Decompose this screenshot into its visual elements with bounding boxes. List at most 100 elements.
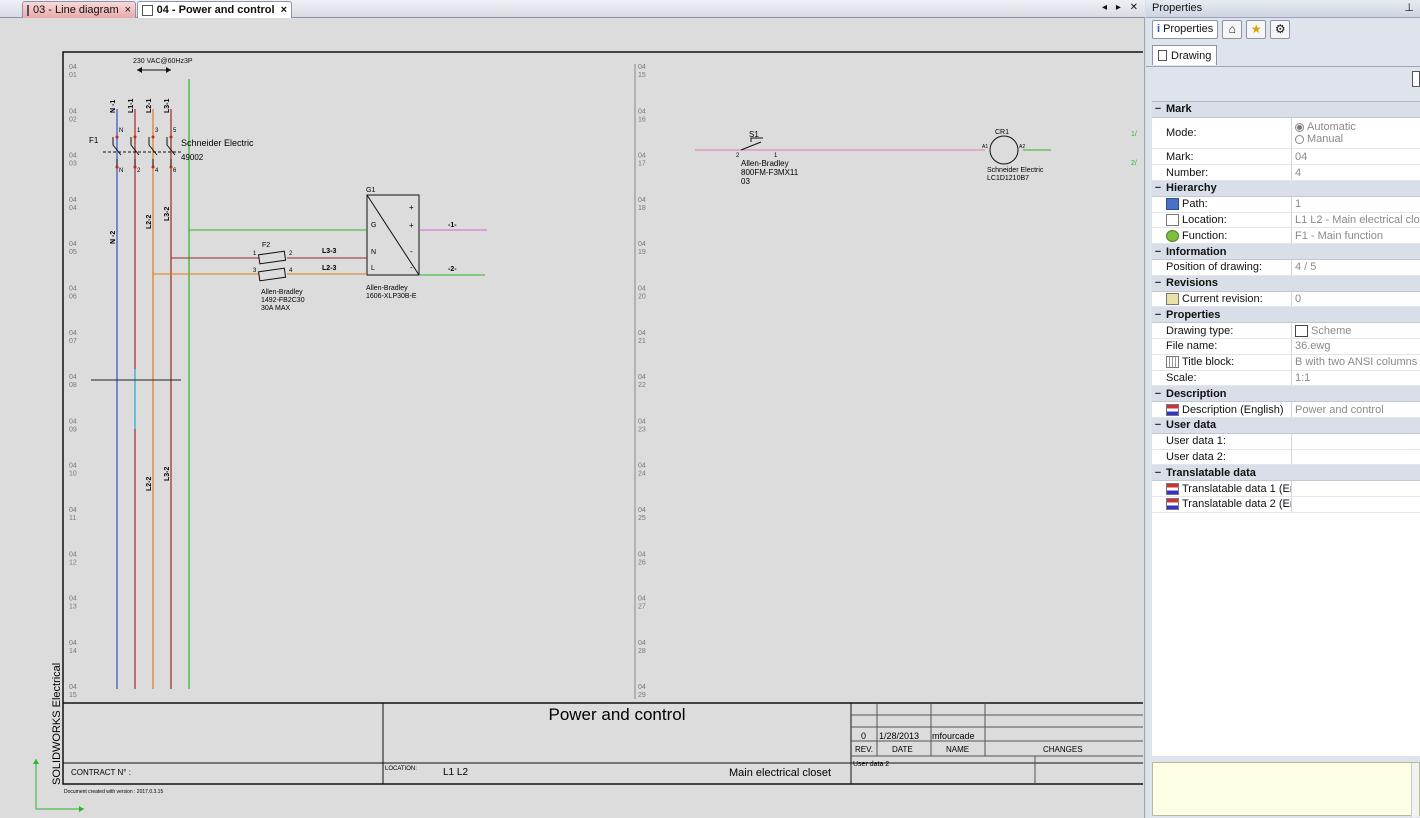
row-value[interactable]	[1292, 434, 1420, 449]
row-key: Translatable data 1 (Eng	[1152, 481, 1292, 496]
wire-l11: L1-1	[128, 99, 135, 114]
f1-maker: Schneider Electric	[181, 138, 254, 148]
f1-term-6: 6	[173, 168, 177, 174]
collapse-icon[interactable]: −	[1152, 388, 1164, 400]
category-description[interactable]: − Description	[1152, 386, 1420, 403]
row-value[interactable]: 36.ewg	[1292, 339, 1420, 354]
category-mark[interactable]: − Mark	[1152, 102, 1420, 118]
collapse-icon[interactable]: −	[1152, 419, 1164, 431]
row-number: 23	[638, 426, 646, 433]
note-scrollbar[interactable]	[1411, 763, 1419, 817]
close-icon[interactable]: ×	[281, 4, 287, 16]
collapse-icon[interactable]: −	[1152, 467, 1164, 479]
row-mark[interactable]: Mark: 04	[1152, 149, 1420, 166]
row-number: 04	[638, 330, 646, 337]
row-number: 04	[638, 153, 646, 160]
g1-out1: -1-	[448, 222, 457, 229]
tab-power-and-control[interactable]: 04 - Power and control ×	[137, 1, 292, 18]
english-flag-icon	[1166, 482, 1179, 495]
row-description-english[interactable]: Description (English) Power and control	[1152, 402, 1420, 418]
row-user-data-1[interactable]: User data 1:	[1152, 433, 1420, 450]
row-value[interactable]: Power and control	[1292, 402, 1420, 417]
category-properties[interactable]: − Properties	[1152, 307, 1420, 324]
row-mode[interactable]: Mode: Automatic Manual	[1152, 117, 1420, 150]
settings-icon[interactable]: ⚙	[1270, 19, 1291, 39]
row-current-revision[interactable]: Current revision: 0	[1152, 291, 1420, 308]
row-key-label: Location:	[1182, 213, 1227, 226]
category-translatable-data[interactable]: − Translatable data	[1152, 465, 1420, 482]
title-block: Power and control 0 1/28/2013 mfourcade …	[51, 663, 1143, 795]
category-user-data[interactable]: − User data	[1152, 417, 1420, 434]
star-icon[interactable]: ★	[1246, 19, 1267, 39]
pin-icon[interactable]: ⊥	[1404, 1, 1414, 14]
row-value[interactable]: 1	[1292, 197, 1420, 212]
row-value[interactable]: 1:1	[1292, 371, 1420, 386]
grid-tool-button[interactable]	[1412, 71, 1420, 87]
title-block-icon	[1166, 356, 1179, 369]
row-value[interactable]: B with two ANSI columns (de	[1292, 355, 1420, 370]
row-path[interactable]: Path: 1	[1152, 196, 1420, 213]
collapse-icon[interactable]: −	[1152, 277, 1164, 289]
category-hierarchy[interactable]: − Hierarchy	[1152, 180, 1420, 197]
row-location[interactable]: Location: L1 L2 - Main electrical closet	[1152, 212, 1420, 229]
row-number: 04	[69, 463, 77, 470]
row-numbers-right: 0415041604170418041904200421042204230424…	[638, 64, 646, 699]
radio-label: Automatic	[1307, 121, 1356, 134]
row-value[interactable]	[1292, 450, 1420, 465]
row-value[interactable]: 0	[1292, 292, 1420, 307]
radio-manual[interactable]: Manual	[1295, 133, 1343, 145]
wire-l23: L2-3	[322, 265, 337, 272]
row-value[interactable]	[1292, 481, 1420, 496]
description-note-area[interactable]	[1152, 762, 1420, 817]
row-number: 04	[69, 507, 77, 514]
fuse-f2[interactable]: F2 1 2 3 4 Allen-Bradley 1492-FB2C30 30A…	[153, 242, 305, 312]
home-icon[interactable]: ⌂	[1222, 19, 1243, 39]
category-revisions[interactable]: − Revisions	[1152, 275, 1420, 292]
row-title-block[interactable]: Title block: B with two ANSI columns (de	[1152, 354, 1420, 371]
drawing-canvas[interactable]: 0401040204030404040504060407040804090410…	[5, 19, 1143, 816]
tb-contract: CONTRACT N° :	[71, 768, 131, 777]
row-user-data-2[interactable]: User data 2:	[1152, 449, 1420, 466]
row-key: Position of drawing:	[1152, 259, 1292, 275]
tab-line-diagram[interactable]: 03 - Line diagram ×	[22, 1, 136, 18]
power-supply-g1[interactable]: G1 G N L + + - - Allen-Bradley 1606-XLP3…	[366, 187, 420, 300]
pushbutton-s1[interactable]: S1 2 1 Allen-Bradley 800FM-F3MX11 03	[736, 130, 799, 186]
row-number: 04	[638, 684, 646, 691]
row-number: 04	[69, 197, 77, 204]
category-information[interactable]: − Information	[1152, 244, 1420, 260]
row-position[interactable]: Position of drawing: 4 / 5	[1152, 259, 1420, 276]
tab-scroll-controls[interactable]: ◂ ▸ ✕	[1102, 2, 1141, 13]
close-icon[interactable]: ×	[125, 4, 131, 16]
collapse-icon[interactable]: −	[1152, 246, 1164, 258]
tb-location: L1 L2	[443, 767, 468, 778]
row-key: File name:	[1152, 338, 1292, 354]
row-file-name[interactable]: File name: 36.ewg	[1152, 338, 1420, 355]
row-value[interactable]: 4 / 5	[1292, 260, 1420, 275]
row-value[interactable]	[1292, 497, 1420, 512]
collapse-icon[interactable]: −	[1152, 182, 1164, 194]
row-value[interactable]: L1 L2 - Main electrical closet	[1292, 213, 1420, 228]
row-value[interactable]: 04	[1292, 149, 1420, 164]
tb-rev: 0	[861, 731, 866, 741]
row-value[interactable]: 4	[1292, 165, 1420, 180]
wire-n1: N -1	[110, 100, 117, 113]
cr1-coil	[989, 135, 1019, 165]
row-value[interactable]: F1 - Main function	[1292, 228, 1420, 243]
mode-radio-group[interactable]: Automatic Manual	[1292, 118, 1420, 149]
relay-cr1[interactable]: CR1 A1 A2 Schneider Electric LC1D1210B7	[982, 129, 1044, 182]
collapse-icon[interactable]: −	[1152, 103, 1164, 115]
collapse-icon[interactable]: −	[1152, 309, 1164, 321]
wire-l31: L3-1	[164, 99, 171, 114]
row-number: 04	[69, 418, 77, 425]
row-number: 09	[69, 426, 77, 433]
row-drawing-type[interactable]: Drawing type: Scheme	[1152, 323, 1420, 339]
radio-automatic[interactable]: Automatic	[1295, 121, 1356, 133]
row-value[interactable]: Scheme	[1292, 323, 1420, 338]
subtab-drawing[interactable]: Drawing	[1152, 45, 1218, 65]
row-translatable-data-2[interactable]: Translatable data 2 (Eng	[1152, 496, 1420, 513]
properties-tab[interactable]: i Properties	[1152, 19, 1219, 39]
row-function[interactable]: Function: F1 - Main function	[1152, 228, 1420, 245]
row-scale[interactable]: Scale: 1:1	[1152, 370, 1420, 387]
row-translatable-data-1[interactable]: Translatable data 1 (Eng	[1152, 481, 1420, 497]
row-number[interactable]: Number: 4	[1152, 165, 1420, 181]
